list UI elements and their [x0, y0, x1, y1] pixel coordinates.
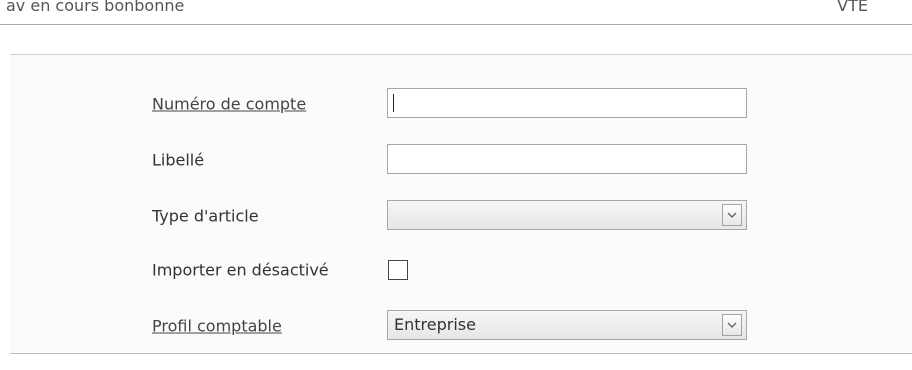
import-disabled-row: Importer en désactivé: [10, 251, 912, 289]
libelle-label: Libellé: [152, 150, 205, 170]
accounting-profile-label[interactable]: Profil comptable: [152, 317, 282, 336]
article-type-row: Type d'article: [10, 197, 912, 235]
top-strip: av en cours bonbonne VTE: [0, 0, 912, 25]
chevron-down-icon[interactable]: [722, 204, 742, 226]
import-disabled-label: Importer en désactivé: [152, 260, 329, 280]
account-number-input[interactable]: [387, 88, 747, 118]
libelle-input[interactable]: [387, 144, 747, 174]
chevron-down-icon[interactable]: [722, 314, 742, 336]
import-settings-form: Numéro de compte Libellé Type d'article …: [10, 54, 912, 354]
accounting-profile-row: Profil comptable Entreprise: [10, 307, 912, 345]
account-number-row: Numéro de compte: [10, 85, 912, 123]
accounting-profile-selected-value: Entreprise: [394, 315, 476, 334]
libelle-row: Libellé: [10, 141, 912, 179]
import-disabled-checkbox[interactable]: [388, 260, 408, 280]
account-number-label[interactable]: Numéro de compte: [152, 95, 306, 114]
article-type-select[interactable]: [387, 200, 747, 230]
accounting-profile-select[interactable]: Entreprise: [387, 310, 747, 340]
top-partial-title: av en cours bonbonne: [6, 0, 185, 15]
text-caret: [393, 94, 394, 112]
top-partial-code: VTE: [837, 0, 868, 15]
article-type-label: Type d'article: [152, 206, 259, 226]
